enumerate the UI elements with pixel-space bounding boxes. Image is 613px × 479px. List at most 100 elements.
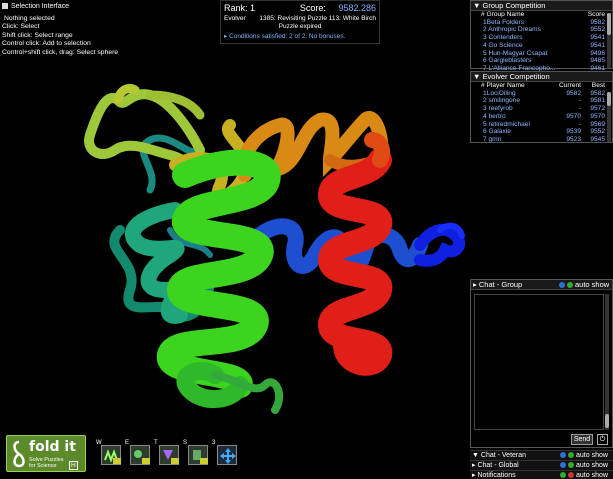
notifications-bar[interactable]: ▸ Notifications auto show [470,470,613,479]
triangle-right-icon: ▸ [224,33,228,40]
auto-show-label: auto show [576,472,608,479]
conditions-toggle[interactable]: ▸ Conditions satisfied: 2 of 2. No bonus… [221,30,379,42]
group-competition-title: Group Competition [482,1,546,10]
move-icon [217,445,237,465]
player-name: 3 reefyrob [483,105,513,113]
auto-show-label: auto show [575,280,610,289]
player-name: 5 retiredmichael [483,120,530,128]
player-current: - [578,120,581,128]
triangle-down-icon: ▼ [473,72,481,81]
check-icon[interactable] [560,472,566,479]
player-name: 6 Galaxie [483,128,511,136]
auto-show-label: auto show [576,452,608,459]
chat-scrollbar[interactable] [605,294,609,430]
selection-hint: Shift click: Select range [2,31,73,39]
player-current: 9570 [566,112,581,120]
close-icon[interactable] [568,472,574,479]
selection-interface-panel: Selection Interface Nothing selected Cli… [0,0,132,60]
auto-show-label: auto show [576,462,608,469]
info-icon[interactable] [560,452,566,459]
tweak-tool[interactable]: T [154,440,181,467]
chat-group-title: Chat - Group [478,280,523,289]
chat-message-area[interactable] [474,294,604,430]
table-row[interactable]: 6 Gargleblasters 9485 [471,57,612,65]
player-name: 1LociOiling [483,89,516,97]
group-name: 5 Hun-Magyar Csapat [483,49,548,57]
selection-hint: Click: Select [2,23,40,30]
ribbon-icon [13,440,25,468]
selection-interface-title: Selection Interface [11,3,69,10]
scripts-icon [188,445,208,465]
selection-hint: Nothing selected [4,14,55,22]
table-row[interactable]: 2 smilingone -9581 [471,97,612,105]
selection-hint: Control+shift click, drag: Select sphere [2,48,119,56]
scrollbar-thumb[interactable] [607,13,611,35]
score-value: 9582.286 [338,3,376,13]
chat-global-bar[interactable]: ▸ Chat - Global auto show [470,460,613,470]
table-row[interactable]: 5 Hun-Magyar Csapat 9496 [471,50,612,58]
column-header: Current [558,82,581,89]
chat-veteran-bar[interactable]: ▼ Chat - Veteran auto show [470,450,613,460]
table-row[interactable]: 3 reefyrob -9572 [471,105,612,113]
info-icon[interactable] [560,462,566,469]
triangle-down-icon: ▼ [473,1,481,10]
group-scrollbar[interactable] [607,13,611,68]
send-button[interactable]: Send [571,434,593,445]
player-current: - [578,97,581,105]
scrollbar-thumb[interactable] [605,414,609,428]
table-row[interactable]: 3 Contenders 9541 [471,34,612,42]
info-icon[interactable] [559,282,565,289]
scrollbar-thumb[interactable] [607,92,611,106]
bar-title: Notifications [477,472,516,479]
evolver-table: # Player Name Current Best 1LociOiling 95… [471,82,612,144]
evolver-scrollbar[interactable] [607,92,611,142]
hotkey-label: T [154,440,158,446]
check-icon[interactable] [567,282,573,289]
hotkey-label: E [125,440,130,446]
bar-title: Chat - Global [477,462,519,469]
selection-hint: Control click: Add to selection [2,40,91,47]
mode-label: Evolver [224,15,246,22]
column-header: Best [591,82,605,89]
evolver-competition-header[interactable]: ▼ Evolver Competition [471,72,612,82]
tweak-icon [159,445,179,465]
group-name: 3 Contenders [483,34,523,42]
table-row[interactable]: 1Beta Folders 9582 [471,19,612,27]
check-icon[interactable] [568,462,574,469]
scripts-tool[interactable]: S [183,440,210,467]
conditions-text: Conditions satisfied: 2 of 2. No bonuses… [229,33,346,40]
version-badge: H [69,461,78,470]
chat-group-header[interactable]: ▸ Chat - Group auto show [471,280,612,290]
triangle-right-icon: ▸ [472,472,476,479]
table-row[interactable]: 5 retiredmichael -9569 [471,121,612,129]
check-icon[interactable] [568,452,574,459]
bar-title: Chat - Veteran [480,452,527,459]
group-table: # Group Name Score 1Beta Folders 9582 2 A… [471,11,612,73]
player-current: 9539 [566,128,581,136]
logo-wordmark: fold it [29,439,76,455]
table-row[interactable]: 4 bertro 9570 9570 [471,113,612,121]
table-row[interactable]: 2 Anthropic Dreams 9552 [471,26,612,34]
power-icon[interactable]: ⏻ [597,434,608,445]
shake-icon [130,445,150,465]
column-header: # Group Name [481,11,525,18]
table-row[interactable]: 6 Galaxie 9539 9552 [471,128,612,136]
shake-tool[interactable]: E [125,440,152,467]
move-tool[interactable]: 3 [212,440,239,467]
hotkey-label: S [183,440,188,446]
puzzle-name: 1385: Revisiting Puzzle 113: White Birch [259,15,376,22]
foldit-logo[interactable]: fold it Solve Puzzles for Science H [6,435,86,472]
group-competition-header[interactable]: ▼ Group Competition [471,1,612,11]
table-row[interactable]: 7 gmn 9523 9545 [471,136,612,144]
group-name: 1Beta Folders [483,18,525,26]
table-row[interactable]: 1LociOiling 9582 9582 [471,90,612,98]
triangle-right-icon: ▸ [473,280,477,289]
player-current: 9523 [566,135,581,143]
triangle-right-icon: ▸ [472,462,476,469]
triangle-down-icon: ▼ [472,452,479,459]
player-name: 2 smilingone [483,97,521,105]
wiggle-tool[interactable]: W [96,440,123,467]
table-row[interactable]: 4 Go Science 9541 [471,42,612,50]
player-name: 4 bertro [483,112,506,120]
chat-group-panel: ▸ Chat - Group auto show Send ⏻ [470,279,613,448]
